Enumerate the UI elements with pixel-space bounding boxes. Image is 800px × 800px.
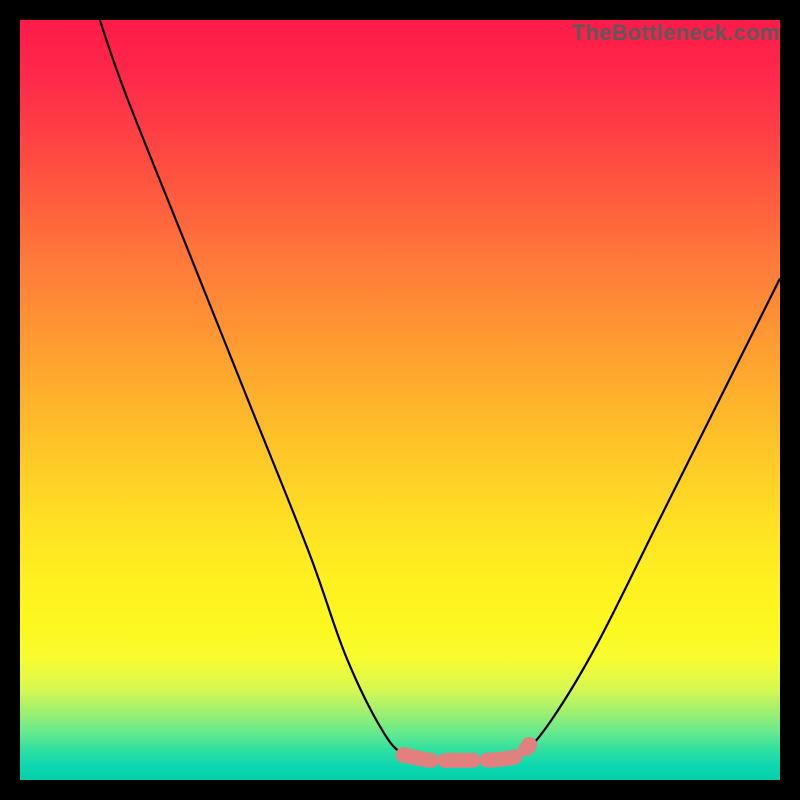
watermark-label: TheBottleneck.com — [572, 20, 780, 46]
chart-frame: TheBottleneck.com — [0, 0, 800, 800]
valley-marker-start — [396, 747, 412, 763]
valley-marker-stroke — [404, 745, 529, 761]
valley-marker-end — [521, 737, 537, 753]
plot-area — [20, 20, 780, 780]
curve-layer — [20, 20, 780, 780]
right-branch-path — [499, 278, 780, 760]
left-branch-path — [100, 20, 431, 760]
valley-marker-group — [396, 737, 537, 763]
